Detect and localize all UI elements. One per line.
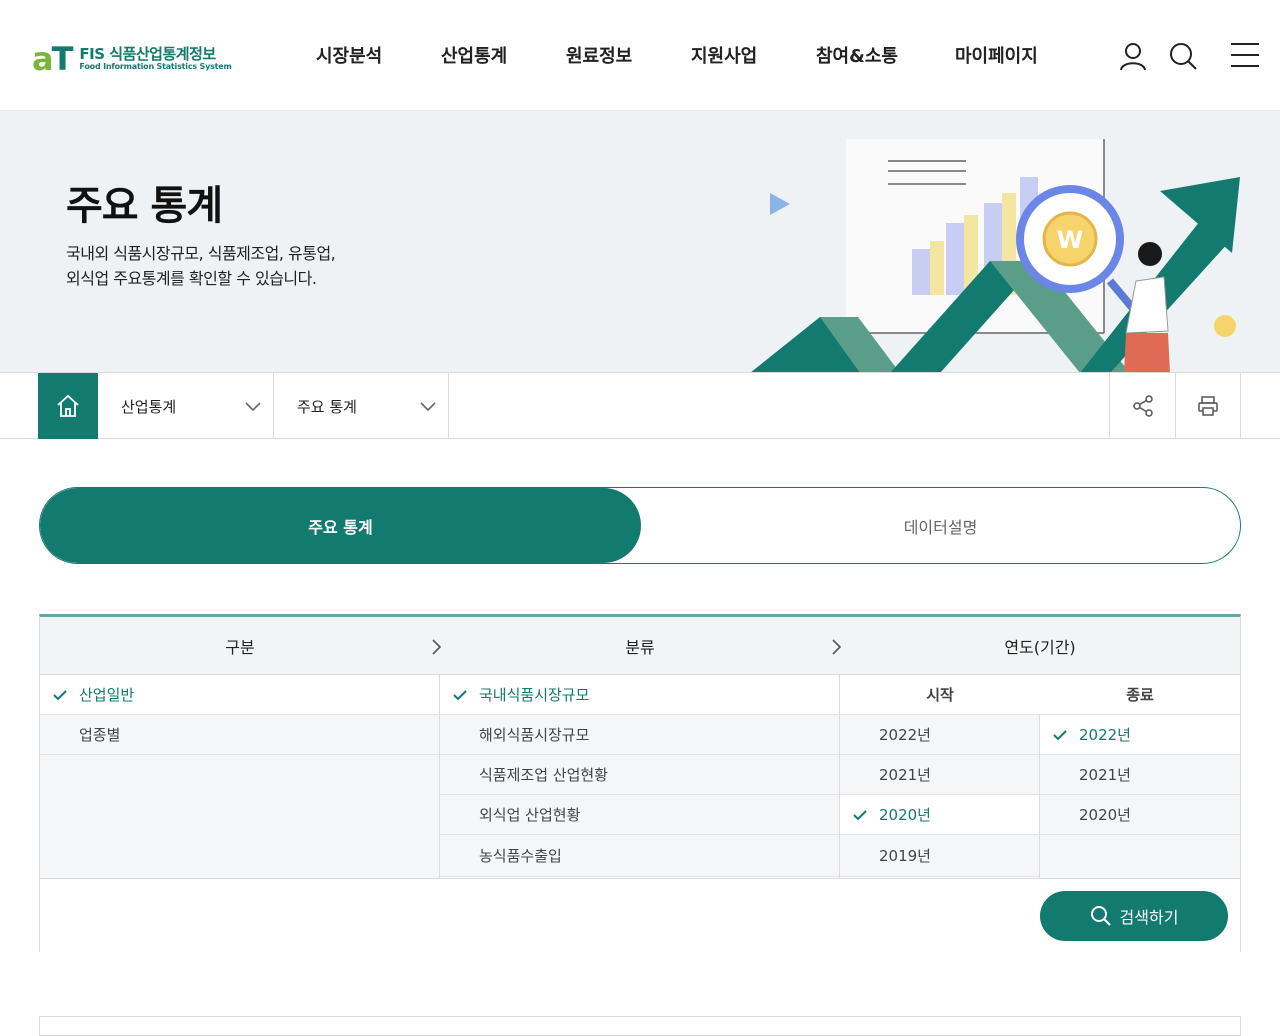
start-year-item[interactable]: 2019년 xyxy=(840,835,1039,877)
nav-item-mypage[interactable]: 마이페이지 xyxy=(955,42,1038,68)
nav-item-raw-materials[interactable]: 원료정보 xyxy=(566,42,632,68)
site-header: aT FIS 식품산업통계정보 Food Information Statist… xyxy=(0,0,1280,111)
classification-item[interactable]: 국내식품시장규모 xyxy=(440,675,839,715)
list-item-label: 국내식품시장규모 xyxy=(479,686,590,704)
end-year-header: 종료 xyxy=(1040,675,1240,715)
classification-item[interactable]: 외식업 산업현황 xyxy=(440,795,839,835)
end-year-item[interactable]: 2022년 xyxy=(1040,715,1240,755)
end-year-list: 종료 2022년 2021년 2020년 xyxy=(1040,675,1240,878)
classification-item[interactable]: 식품제조업 산업현황 xyxy=(440,755,839,795)
list-item-label: 2020년 xyxy=(1079,806,1131,824)
list-item-label: 2019년 xyxy=(879,847,931,865)
end-year-item[interactable]: 2020년 xyxy=(1040,795,1240,835)
search-icon[interactable] xyxy=(1167,40,1199,72)
check-icon xyxy=(453,690,467,701)
chevron-down-icon xyxy=(245,402,261,412)
classification-item[interactable]: 농식품수출입 xyxy=(440,835,839,877)
search-icon xyxy=(1090,906,1111,926)
start-year-list: 시작 2022년 2021년 2020년 2019년 xyxy=(840,675,1040,878)
nav-item-participation[interactable]: 참여&소통 xyxy=(816,42,898,68)
empty-area xyxy=(1040,835,1240,878)
breadcrumb-level1-label: 산업통계 xyxy=(121,397,177,416)
page-title: 주요 통계 xyxy=(66,183,223,229)
logo-subtitle: Food Information Statistics System xyxy=(79,62,232,71)
content-tabs: 주요 통계 데이터설명 xyxy=(39,487,1241,564)
breadcrumb-level2-label: 주요 통계 xyxy=(297,397,357,416)
filter-header: 구분 분류 연도(기간) xyxy=(40,617,1240,675)
hero-banner: 주요 통계 국내외 식품시장규모, 식품제조업, 유통업, 외식업 주요통계를 … xyxy=(0,111,1280,373)
list-item-label: 해외식품시장규모 xyxy=(479,726,590,744)
list-item-label: 농식품수출입 xyxy=(479,847,562,865)
search-button-label: 검색하기 xyxy=(1119,908,1179,927)
list-item-label: 2021년 xyxy=(879,766,931,784)
tab-data-description[interactable]: 데이터설명 xyxy=(641,488,1240,563)
list-item-label: 2022년 xyxy=(1079,726,1131,744)
print-icon xyxy=(1198,396,1218,416)
breadcrumb-select-level1[interactable]: 산업통계 xyxy=(98,373,274,439)
list-item-label: 2021년 xyxy=(1079,766,1131,784)
filter-body: 산업일반 업종별 국내식품시장규모 해외식품시장규모 식품제조업 산업현황 외식… xyxy=(40,675,1240,878)
classification-item[interactable]: 해외식품시장규모 xyxy=(440,715,839,755)
breadcrumb: 산업통계 주요 통계 xyxy=(0,372,1280,439)
filter-header-classification: 분류 xyxy=(625,638,655,657)
start-year-header: 시작 xyxy=(840,675,1040,715)
list-item-label: 외식업 산업현황 xyxy=(479,806,581,824)
filter-footer: 검색하기 xyxy=(40,878,1240,952)
category-list: 산업일반 업종별 xyxy=(40,675,440,878)
start-year-item[interactable]: 2020년 xyxy=(840,795,1039,835)
tab-main-stats[interactable]: 주요 통계 xyxy=(40,488,641,563)
check-icon xyxy=(853,810,867,821)
filter-header-category: 구분 xyxy=(225,638,255,657)
home-button[interactable] xyxy=(38,373,98,439)
start-year-item[interactable]: 2021년 xyxy=(840,755,1039,795)
share-icon xyxy=(1132,395,1153,417)
logo-mark: aT xyxy=(32,40,73,78)
nav-item-market-analysis[interactable]: 시장분석 xyxy=(316,42,382,68)
filter-header-year: 연도(기간) xyxy=(1004,638,1076,657)
print-button[interactable] xyxy=(1175,373,1241,439)
stats-filter-panel: 구분 분류 연도(기간) 산업일반 업종별 국내식품시장규모 해외식품시장규모 xyxy=(39,614,1241,952)
svg-text:W: W xyxy=(1057,226,1083,254)
results-panel xyxy=(39,1016,1241,1036)
breadcrumb-select-level2[interactable]: 주요 통계 xyxy=(274,373,449,439)
chevron-down-icon xyxy=(420,402,436,412)
category-item-by-industry[interactable]: 업종별 xyxy=(40,715,439,755)
list-item-label: 업종별 xyxy=(79,726,121,744)
nav-item-industry-stats[interactable]: 산업통계 xyxy=(441,42,507,68)
start-year-item[interactable]: 2022년 xyxy=(840,715,1039,755)
site-logo[interactable]: aT FIS 식품산업통계정보 Food Information Statist… xyxy=(32,42,232,76)
classification-list: 국내식품시장규모 해외식품시장규모 식품제조업 산업현황 외식업 산업현황 농식… xyxy=(440,675,840,878)
share-button[interactable] xyxy=(1109,373,1175,439)
check-icon xyxy=(53,690,67,701)
page-description: 국내외 식품시장규모, 식품제조업, 유통업, 외식업 주요통계를 확인할 수 … xyxy=(66,244,336,288)
list-item-label: 2020년 xyxy=(879,806,931,824)
hero-illustration: W xyxy=(750,139,1240,373)
search-button[interactable]: 검색하기 xyxy=(1040,891,1228,941)
empty-area xyxy=(40,755,439,878)
home-icon xyxy=(57,394,79,417)
list-item-label: 산업일반 xyxy=(79,686,135,704)
list-item-label: 2022년 xyxy=(879,726,931,744)
menu-icon[interactable] xyxy=(1229,40,1261,72)
nav-item-support[interactable]: 지원사업 xyxy=(691,42,757,68)
logo-title: FIS 식품산업통계정보 xyxy=(79,45,216,63)
list-item-label: 식품제조업 산업현황 xyxy=(479,766,608,784)
end-year-item[interactable]: 2021년 xyxy=(1040,755,1240,795)
check-icon xyxy=(1053,730,1067,741)
category-item-general[interactable]: 산업일반 xyxy=(40,675,439,715)
user-icon[interactable] xyxy=(1117,40,1149,72)
